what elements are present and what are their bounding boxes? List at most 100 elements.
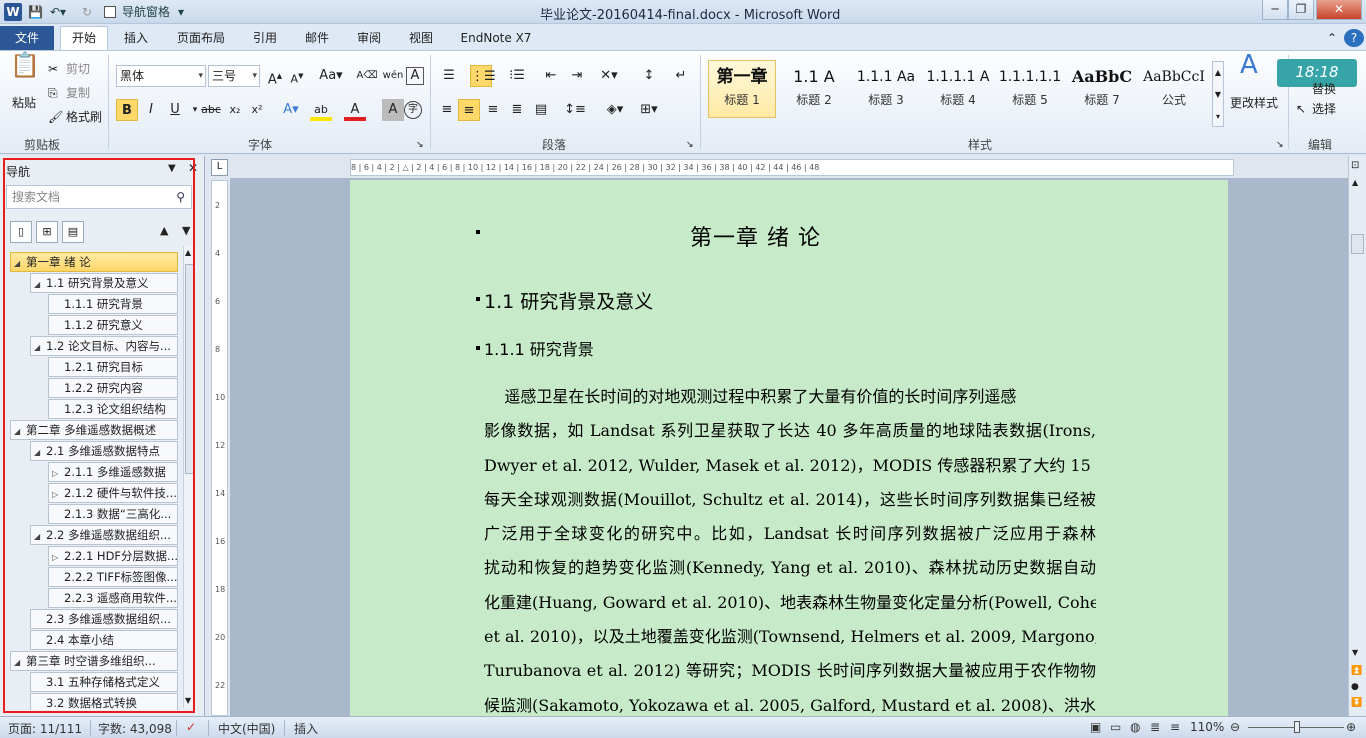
expand-triangle-icon[interactable]: ▷ (52, 464, 64, 481)
style-heading-4[interactable]: 1.1.1.1 A 标题 4 (924, 60, 992, 118)
web-layout-icon[interactable]: ◍ (1130, 720, 1140, 734)
tab-page-layout[interactable]: 页面布局 (168, 27, 234, 50)
format-painter-button[interactable]: 格式刷 (66, 109, 102, 125)
minimize-button[interactable]: ─ (1262, 0, 1288, 20)
align-left-icon[interactable]: ≡ (436, 99, 458, 121)
tab-review[interactable]: 审阅 (348, 27, 390, 50)
nav-prev-icon[interactable]: ▲ (160, 224, 168, 237)
change-styles-icon[interactable]: A (1240, 52, 1258, 78)
nav-heading-item[interactable]: 1.2.1 研究目标 (48, 357, 178, 377)
tab-selector-icon[interactable]: L (211, 159, 228, 176)
language[interactable]: 中文(中国) (218, 720, 275, 737)
nav-heading-item[interactable]: 2.1.3 数据“三高化... (48, 504, 178, 524)
nav-tab-results-icon[interactable]: ▤ (62, 221, 84, 243)
nav-heading-item[interactable]: ◢ 2.2 多维遥感数据组织... (30, 525, 178, 545)
zoom-slider-thumb[interactable] (1294, 721, 1300, 733)
nav-pane-checkbox[interactable] (104, 6, 116, 18)
scroll-down-icon[interactable]: ▼ (1352, 648, 1358, 657)
change-styles-button[interactable]: 更改样式 (1230, 95, 1278, 111)
chinese-layout-icon[interactable]: ✕▾ (598, 65, 620, 87)
next-page-icon[interactable]: ⏬ (1351, 698, 1362, 708)
horizontal-ruler[interactable]: 8 | 6 | 4 | 2 | △ | 2 | 4 | 6 | 8 | 10 |… (350, 159, 1234, 176)
tab-home[interactable]: 开始 (60, 26, 108, 50)
document-scrollbar[interactable]: ⊡ ▲ ▼ ⏫ ● ⏬ (1348, 156, 1366, 716)
enclose-char-icon[interactable]: 字 (404, 101, 422, 119)
nav-heading-item[interactable]: ▷ 2.1.1 多维遥感数据 (48, 462, 178, 482)
style-heading-2[interactable]: 1.1 A 标题 2 (780, 60, 848, 118)
nav-heading-item[interactable]: ◢ 1.2 论文目标、内容与... (30, 336, 178, 356)
bullets-icon[interactable]: ☰ (438, 65, 460, 87)
nav-heading-item[interactable]: ▷ 2.2.1 HDF分层数据... (48, 546, 178, 566)
body-paragraph[interactable]: 遥感卫星在长时间的对地观测过程中积累了大量有价值的长时间序列遥感 影像数据，如 L… (484, 380, 1096, 720)
draft-view-icon[interactable]: ≡ (1170, 720, 1180, 734)
nav-heading-item[interactable]: 2.2.3 遥感商用软件... (48, 588, 178, 608)
char-shading-icon[interactable]: A (382, 99, 404, 121)
copy-icon[interactable]: ⎘ (48, 85, 58, 101)
styles-dialog-launcher-icon[interactable]: ↘ (1276, 137, 1284, 153)
superscript-button[interactable]: x² (246, 99, 268, 121)
nav-tab-pages-icon[interactable]: ⊞ (36, 221, 58, 243)
phonetic-guide-icon[interactable]: wén (382, 65, 404, 87)
nav-heading-item[interactable]: 3.2 数据格式转换 (30, 693, 178, 710)
collapse-triangle-icon[interactable]: ◢ (14, 422, 26, 439)
nav-scroll-thumb[interactable] (185, 264, 195, 474)
tab-endnote[interactable]: EndNote X7 (452, 27, 540, 50)
redo-icon[interactable]: ↻ (82, 3, 92, 21)
expand-triangle-icon[interactable]: ▷ (52, 548, 64, 565)
zoom-out-icon[interactable]: ⊖ (1230, 720, 1240, 734)
font-name-combo[interactable]: 黑体 ▾ (116, 65, 206, 87)
ruler-toggle-icon[interactable]: ⊡ (1351, 160, 1359, 171)
select-browse-object-icon[interactable]: ● (1351, 682, 1359, 692)
scroll-up-icon[interactable]: ▲ (1352, 178, 1358, 187)
zoom-in-icon[interactable]: ⊕ (1346, 720, 1356, 734)
style-heading-1[interactable]: 第一章 标题 1 (708, 60, 776, 118)
search-icon[interactable]: ⚲ (176, 186, 185, 208)
nav-options-icon[interactable]: ▼ (168, 163, 176, 174)
nav-heading-item[interactable]: 1.1.2 研究意义 (48, 315, 178, 335)
tab-references[interactable]: 引用 (244, 27, 286, 50)
font-dialog-launcher-icon[interactable]: ↘ (416, 137, 424, 153)
reading-layout-icon[interactable]: ▭ (1110, 720, 1121, 734)
collapse-triangle-icon[interactable]: ◢ (34, 443, 46, 460)
shading-icon[interactable]: ◈▾ (604, 99, 626, 121)
style-heading-7[interactable]: AaBbC 标题 7 (1068, 60, 1136, 118)
nav-search-input[interactable]: 搜索文档 ⚲ (6, 185, 192, 209)
italic-button[interactable]: I (140, 99, 162, 121)
minimize-ribbon-icon[interactable]: ⌃ (1322, 27, 1342, 50)
close-button[interactable]: ✕ (1316, 0, 1362, 20)
save-icon[interactable]: 💾 (28, 3, 43, 21)
style-heading-5[interactable]: 1.1.1.1.1 标题 5 (996, 60, 1064, 118)
page-count[interactable]: 页面: 11/111 (8, 720, 82, 737)
justify-icon[interactable]: ≣ (506, 99, 528, 121)
zoom-level[interactable]: 110% (1190, 720, 1224, 734)
collapse-triangle-icon[interactable]: ◢ (34, 527, 46, 544)
tab-view[interactable]: 视图 (400, 27, 442, 50)
heading-2[interactable]: 1.1 研究背景及意义 (484, 287, 653, 314)
nav-pane-quick-label[interactable]: 导航窗格 (122, 3, 170, 21)
nav-close-icon[interactable]: ✕ (188, 161, 198, 175)
undo-icon[interactable]: ↶▾ (50, 3, 66, 21)
highlight-icon[interactable]: ab (310, 99, 332, 121)
style-heading-3[interactable]: 1.1.1 Aa 标题 3 (852, 60, 920, 118)
char-border-icon[interactable]: A (406, 67, 424, 85)
sort-icon[interactable]: ↕ (638, 65, 660, 87)
nav-scrollbar[interactable]: ▲ ▼ (183, 246, 197, 708)
tab-file[interactable]: 文件 (0, 26, 54, 50)
font-size-combo[interactable]: 三号 ▾ (208, 65, 260, 87)
nav-heading-item[interactable]: ◢ 第一章 绪 论 (10, 252, 178, 272)
select-icon[interactable]: ↖ (1296, 101, 1306, 117)
tab-insert[interactable]: 插入 (114, 27, 158, 50)
nav-heading-item[interactable]: ◢ 2.1 多维遥感数据特点 (30, 441, 178, 461)
restore-button[interactable]: ❐ (1288, 0, 1314, 20)
nav-heading-item[interactable]: 2.4 本章小结 (30, 630, 178, 650)
copy-button[interactable]: 复制 (66, 85, 90, 101)
collapse-triangle-icon[interactable]: ◢ (14, 254, 26, 271)
styles-scroll-icon[interactable]: ▲ ▼ ▾ (1212, 61, 1224, 127)
vertical-ruler[interactable]: 2 4 6 8 10 12 14 16 18 20 22 (211, 180, 228, 716)
heading-3[interactable]: 1.1.1 研究背景 (484, 336, 594, 360)
proofing-icon[interactable]: ✓ (186, 720, 196, 734)
prev-page-icon[interactable]: ⏫ (1351, 666, 1362, 676)
expand-triangle-icon[interactable]: ▷ (52, 485, 64, 502)
grow-font-icon[interactable]: A▲ (264, 65, 286, 87)
nav-heading-item[interactable]: 3.1 五种存储格式定义 (30, 672, 178, 692)
